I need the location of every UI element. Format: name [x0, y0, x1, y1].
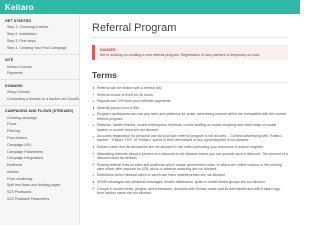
terms-item: Posting referral links on sites and plat…: [92, 163, 288, 172]
terms-item: Misleading referrals about a percent of …: [92, 152, 288, 161]
sidebar-item-creating-campaign[interactable]: Creating campaign: [0, 114, 79, 121]
terms-item: Minimal payout sum is $30.: [92, 106, 288, 110]
terms-item: SPAM messages into personal messages, em…: [92, 180, 288, 184]
terms-item: Program participants can use any sites a…: [92, 112, 288, 121]
sidebar-section-title: Domains: [5, 83, 23, 88]
sidebar-item-s2s-postback-parameters[interactable]: S2S Postback Parameters: [0, 196, 79, 203]
sidebar-section-site: Site Keitaro License Payments: [0, 56, 79, 77]
sidebar-item-campaign-url[interactable]: Campaign URL: [0, 141, 79, 148]
sidebar-item-flows[interactable]: Flows: [0, 121, 79, 128]
sidebar-item-flow-monitoring[interactable]: Flow monitoring: [0, 175, 79, 182]
terms-heading: Terms: [92, 70, 288, 83]
sidebar-item-step-4[interactable]: Step 4. Creating Your First Campaign: [0, 44, 79, 51]
sidebar-divider: [0, 53, 79, 55]
terms-item: Payouts are 10% from your referrals paym…: [92, 99, 288, 103]
sidebar-item-split-test[interactable]: Split test flows and landing pages: [0, 182, 79, 189]
alert-text: We're working on creating a new referral…: [100, 53, 261, 57]
sidebar-divider: [0, 104, 79, 106]
terms-item: Groups in social media, plugins, and ext…: [92, 187, 288, 196]
terms-list: Referral can be invited with a referral …: [92, 86, 288, 195]
sidebar-item-step-3[interactable]: Step 3. First steps: [0, 38, 79, 45]
keitaro-logo[interactable]: Keitaro: [5, 3, 34, 12]
terms-item: Restricts, hidden frames, cookie interce…: [92, 123, 288, 132]
top-bar: Keitaro: [0, 0, 300, 14]
main-content: Referral Program Danger We're working on…: [80, 14, 300, 225]
sidebar-item-redirects[interactable]: Redirects: [0, 162, 79, 169]
sidebar-item-flow-actions[interactable]: Flow Actions: [0, 135, 79, 142]
sidebar-item-filtering[interactable]: Filtering: [0, 128, 79, 135]
danger-alert: Danger We're working on creating a new r…: [92, 45, 288, 60]
sidebar-section-domains: Domains Setup Domain Connecting a domain…: [0, 82, 79, 103]
sidebar: Get Started Step 1. Choosing a server St…: [0, 14, 80, 225]
sidebar-item-payments[interactable]: Payments: [0, 70, 79, 77]
sidebar-section-get-started: Get Started Step 1. Choosing a server St…: [0, 17, 79, 51]
terms-item: Accounts registration for personal use v…: [92, 134, 288, 143]
sidebar-item-setup-domain[interactable]: Setup Domain: [0, 89, 79, 96]
terms-item: Referral can be invited with a referral …: [92, 86, 288, 90]
terms-item: Referral cookie is fixed for 28 hours.: [92, 93, 288, 97]
sidebar-item-campaign-parameters[interactable]: Campaign Parameters: [0, 148, 79, 155]
terms-item: Definitions which mislead users or which…: [92, 173, 288, 177]
sidebar-section-title: Campaigns and Flows (Streams): [5, 109, 74, 114]
sidebar-item-campaign-integrations[interactable]: Campaign Integrations: [0, 155, 79, 162]
sidebar-item-s2s-postbacks[interactable]: S2S Postbacks: [0, 189, 79, 196]
terms-item: Keitaro name and its derivatives are not…: [92, 145, 288, 149]
sidebar-item-step-1[interactable]: Step 1. Choosing a server: [0, 24, 79, 31]
sidebar-item-actions[interactable]: Actions: [0, 169, 79, 176]
alert-label: Danger: [100, 48, 116, 52]
sidebar-section-title: Get Started: [5, 19, 32, 23]
sidebar-section-campaigns: Campaigns and Flows (Streams) Creating c…: [0, 107, 79, 202]
sidebar-item-keitaro-license[interactable]: Keitaro License: [0, 63, 79, 70]
page-title: Referral Program: [92, 22, 288, 38]
sidebar-item-step-2[interactable]: Step 2. Installation: [0, 31, 79, 38]
sidebar-item-cloudflare[interactable]: Connecting a domain to a tracker via Clo…: [0, 95, 79, 102]
sidebar-section-title: Site: [5, 58, 14, 63]
sidebar-divider: [0, 79, 79, 81]
